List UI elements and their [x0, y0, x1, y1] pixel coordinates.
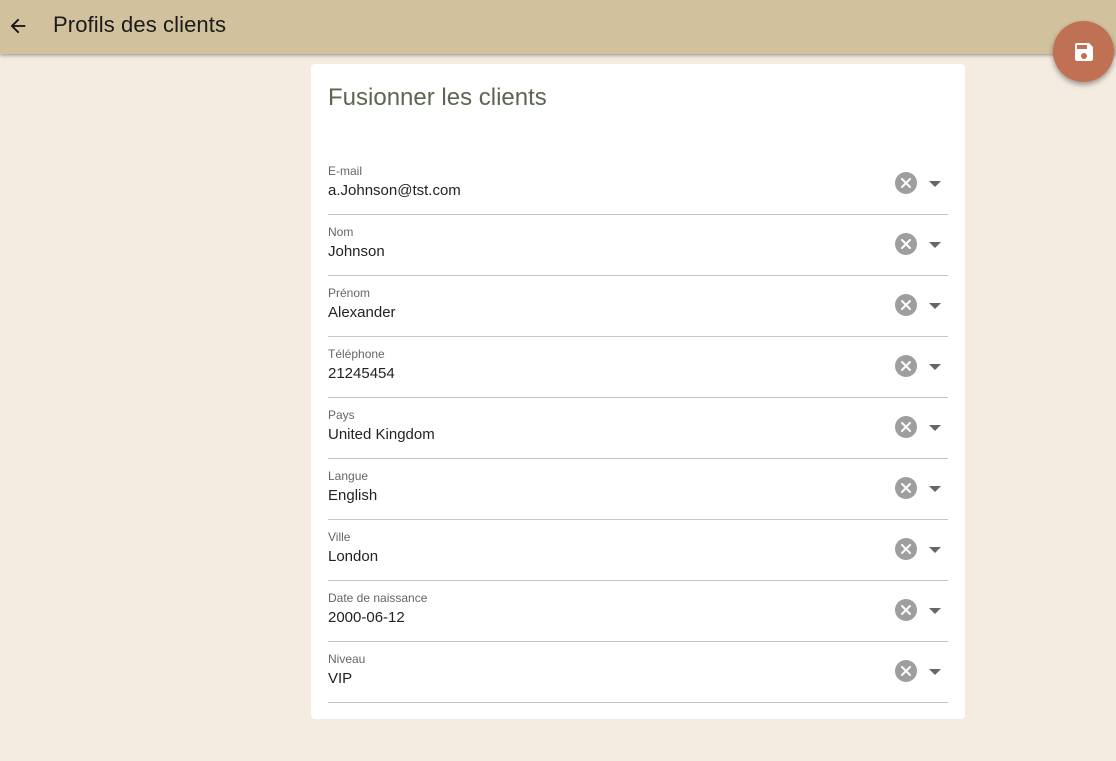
clear-button[interactable] — [895, 538, 917, 560]
field-value: 21245454 — [328, 365, 395, 382]
field-value: United Kingdom — [328, 426, 435, 443]
caret-down-icon — [929, 669, 941, 675]
field-email[interactable]: E-mail a.Johnson@tst.com — [328, 154, 948, 215]
field-value: a.Johnson@tst.com — [328, 182, 461, 199]
field-prenom[interactable]: Prénom Alexander — [328, 276, 948, 337]
clear-button[interactable] — [895, 294, 917, 316]
main-content: Fusionner les clients E-mail a.Johnson@ts… — [0, 54, 1116, 761]
caret-down-icon — [929, 303, 941, 309]
dropdown-button[interactable] — [926, 239, 944, 251]
field-telephone[interactable]: Téléphone 21245454 — [328, 337, 948, 398]
close-icon — [901, 239, 911, 249]
clear-button[interactable] — [895, 233, 917, 255]
field-value: Alexander — [328, 304, 396, 321]
field-value: London — [328, 548, 379, 565]
close-icon — [901, 361, 911, 371]
dropdown-button[interactable] — [926, 178, 944, 190]
app-bar: Profils des clients — [0, 0, 1116, 54]
clear-button[interactable] — [895, 477, 917, 499]
close-icon — [901, 605, 911, 615]
caret-down-icon — [929, 608, 941, 614]
dropdown-button[interactable] — [926, 605, 944, 617]
field-label: Prénom — [328, 286, 371, 300]
caret-down-icon — [929, 181, 941, 187]
field-label: Téléphone — [328, 347, 385, 361]
field-label: E-mail — [328, 164, 363, 178]
field-label: Pays — [328, 408, 355, 422]
field-label: Nom — [328, 225, 354, 239]
caret-down-icon — [929, 425, 941, 431]
dropdown-button[interactable] — [926, 361, 944, 373]
merge-clients-card: Fusionner les clients E-mail a.Johnson@ts… — [311, 64, 965, 719]
close-icon — [901, 544, 911, 554]
close-icon — [901, 483, 911, 493]
field-value: Johnson — [328, 243, 385, 260]
clear-button[interactable] — [895, 660, 917, 682]
caret-down-icon — [929, 547, 941, 553]
field-value: English — [328, 487, 378, 504]
dropdown-button[interactable] — [926, 422, 944, 434]
field-label: Niveau — [328, 652, 366, 666]
save-button[interactable] — [1053, 21, 1114, 82]
floppy-disk-icon — [1074, 42, 1093, 61]
field-pays[interactable]: Pays United Kingdom — [328, 398, 948, 459]
close-icon — [901, 300, 911, 310]
dropdown-button[interactable] — [926, 666, 944, 678]
arrow-left-icon — [10, 18, 26, 34]
clear-button[interactable] — [895, 355, 917, 377]
page-title: Profils des clients — [53, 12, 227, 37]
dropdown-button[interactable] — [926, 483, 944, 495]
clear-button[interactable] — [895, 599, 917, 621]
field-label: Langue — [328, 469, 369, 483]
field-label: Date de naissance — [328, 591, 428, 605]
caret-down-icon — [929, 486, 941, 492]
clear-button[interactable] — [895, 416, 917, 438]
close-icon — [901, 666, 911, 676]
dropdown-button[interactable] — [926, 300, 944, 312]
field-value: VIP — [328, 670, 353, 687]
clear-button[interactable] — [895, 172, 917, 194]
close-icon — [901, 422, 911, 432]
field-niveau[interactable]: Niveau VIP — [328, 642, 948, 703]
field-value: 2000-06-12 — [328, 609, 405, 626]
close-icon — [901, 178, 911, 188]
field-ville[interactable]: Ville London — [328, 520, 948, 581]
field-nom[interactable]: Nom Johnson — [328, 215, 948, 276]
card-title: Fusionner les clients — [328, 84, 547, 111]
caret-down-icon — [929, 364, 941, 370]
back-button[interactable] — [2, 7, 34, 45]
dropdown-button[interactable] — [926, 544, 944, 556]
caret-down-icon — [929, 242, 941, 248]
field-label: Ville — [328, 530, 351, 544]
field-langue[interactable]: Langue English — [328, 459, 948, 520]
field-date-de-naissance[interactable]: Date de naissance 2000-06-12 — [328, 581, 948, 642]
